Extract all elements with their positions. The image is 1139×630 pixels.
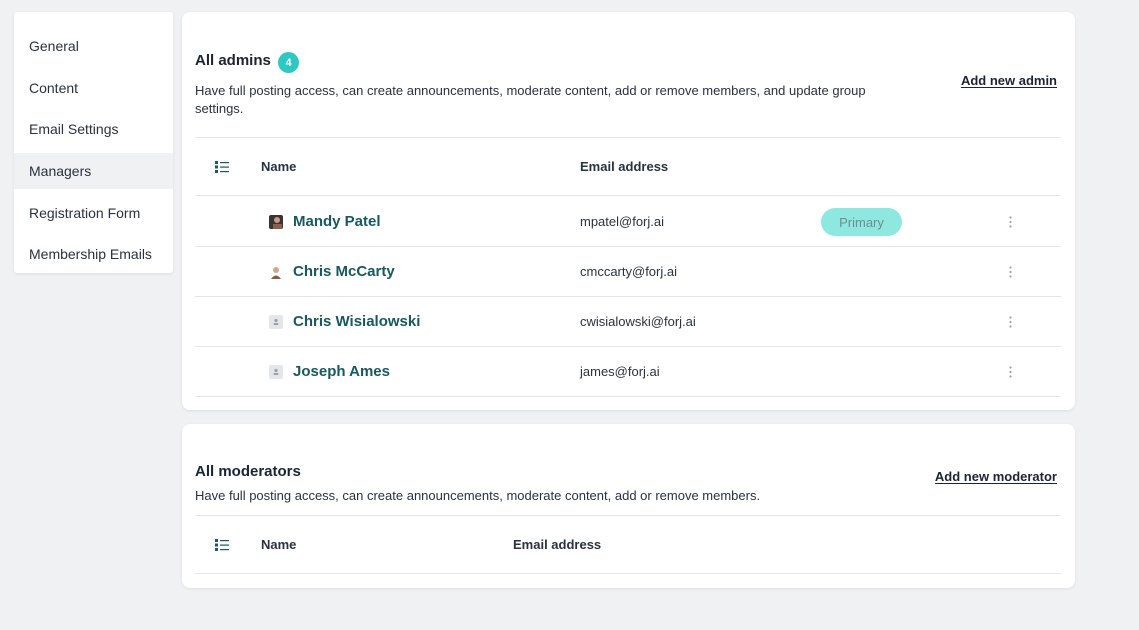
sidebar-item-content[interactable]: Content <box>14 70 173 106</box>
photo-avatar-icon <box>269 215 283 229</box>
admins-card: All admins 4 Have full posting access, c… <box>182 12 1075 410</box>
moderators-table-header: Name Email address <box>195 516 1061 574</box>
admin-email: james@forj.ai <box>580 364 660 379</box>
add-new-admin-link[interactable]: Add new admin <box>961 73 1057 88</box>
more-options-icon[interactable] <box>1003 247 1017 296</box>
admin-name-link[interactable]: Chris McCarty <box>293 247 395 296</box>
admin-name-link[interactable]: Chris Wisialowski <box>293 297 420 346</box>
moderators-title: All moderators <box>195 463 301 480</box>
more-options-icon[interactable] <box>1003 197 1017 246</box>
more-options-icon[interactable] <box>1003 347 1017 396</box>
table-row: Joseph Ames james@forj.ai <box>195 347 1061 397</box>
admins-title: All admins <box>195 52 271 69</box>
admins-table-header: Name Email address <box>195 138 1061 196</box>
sidebar-item-managers[interactable]: Managers <box>14 153 173 190</box>
list-view-icon[interactable] <box>215 538 229 551</box>
admin-email: cwisialowski@forj.ai <box>580 314 696 329</box>
primary-badge: Primary <box>821 208 902 236</box>
sidebar-item-general[interactable]: General <box>14 28 173 64</box>
column-header-name[interactable]: Name <box>261 138 296 195</box>
table-row: Chris McCarty cmccarty@forj.ai <box>195 247 1061 297</box>
column-header-email[interactable]: Email address <box>513 516 601 573</box>
admin-name-link[interactable]: Mandy Patel <box>293 197 381 246</box>
sidebar-item-email-settings[interactable]: Email Settings <box>14 111 173 147</box>
admin-name-link[interactable]: Joseph Ames <box>293 347 390 396</box>
sidebar-item-membership-emails[interactable]: Membership Emails <box>14 236 173 272</box>
add-new-moderator-link[interactable]: Add new moderator <box>935 469 1057 484</box>
column-header-name[interactable]: Name <box>261 516 296 573</box>
table-row: Chris Wisialowski cwisialowski@forj.ai <box>195 297 1061 347</box>
table-row: Mandy Patel mpatel@forj.ai Primary <box>195 197 1061 247</box>
column-header-email[interactable]: Email address <box>580 138 668 195</box>
admin-email: cmccarty@forj.ai <box>580 264 677 279</box>
default-avatar-icon <box>269 315 283 329</box>
admin-email: mpatel@forj.ai <box>580 214 665 229</box>
more-options-icon[interactable] <box>1003 297 1017 346</box>
settings-sidebar: General Content Email Settings Managers … <box>14 12 173 273</box>
admins-description: Have full posting access, can create ann… <box>195 83 866 116</box>
photo-avatar-icon <box>269 265 283 279</box>
default-avatar-icon <box>269 365 283 379</box>
list-view-icon[interactable] <box>215 160 229 173</box>
moderators-card: All moderators Have full posting access,… <box>182 424 1075 588</box>
moderators-description: Have full posting access, can create ann… <box>195 488 761 503</box>
admins-count-badge: 4 <box>278 52 299 73</box>
sidebar-item-registration-form[interactable]: Registration Form <box>14 195 173 231</box>
